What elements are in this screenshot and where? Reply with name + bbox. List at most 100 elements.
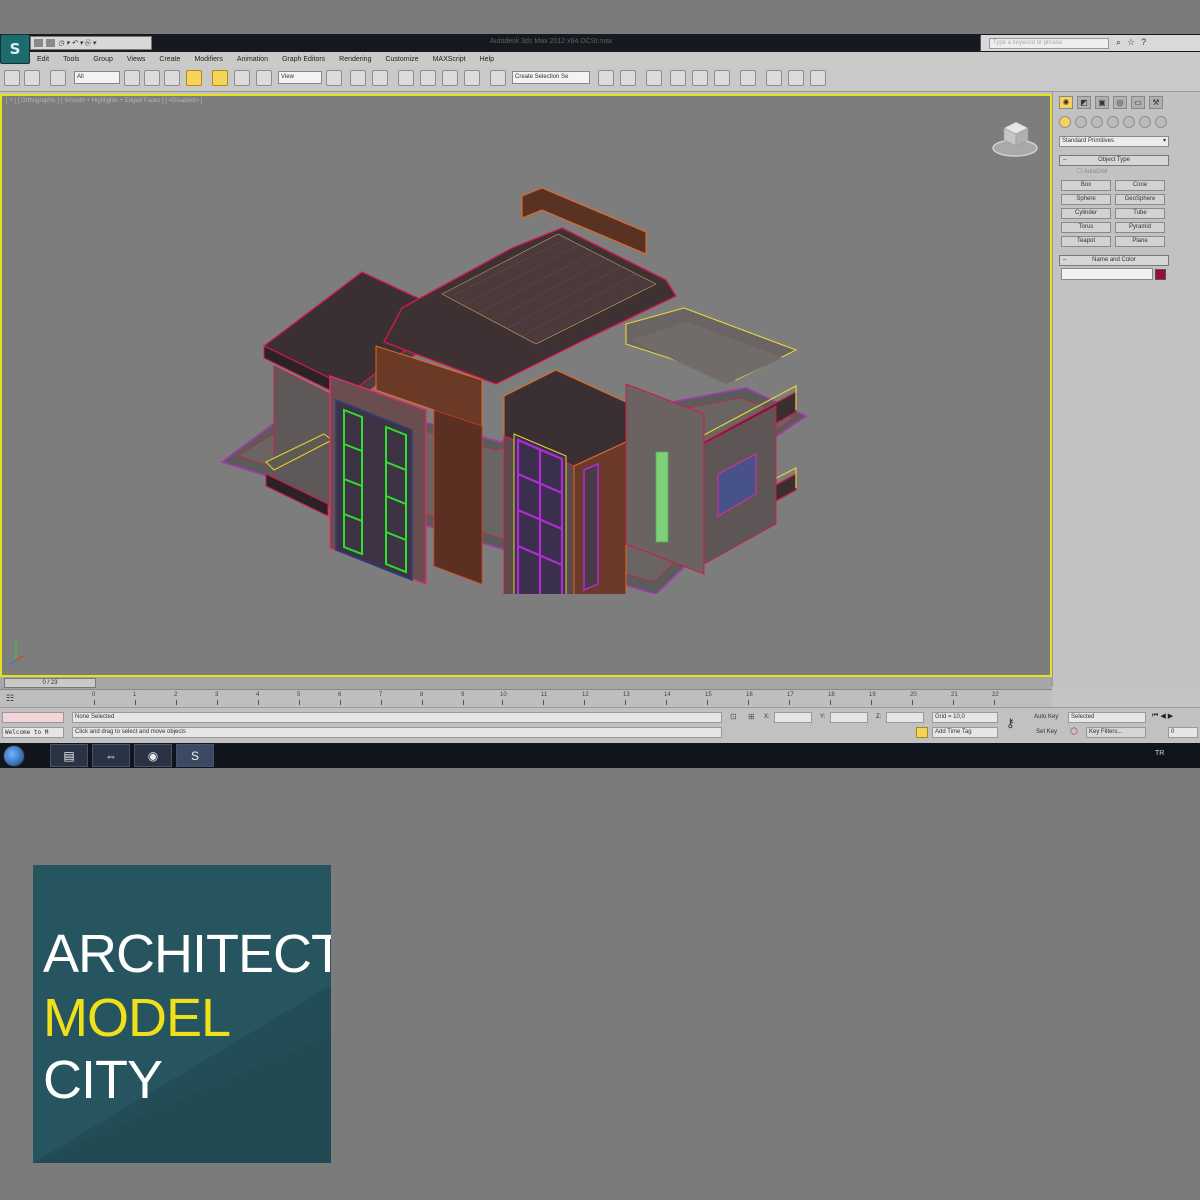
layer-manager-icon[interactable]: [646, 70, 662, 86]
search-input[interactable]: Type a keyword or phrase: [989, 38, 1109, 49]
keyboard-shortcut-icon[interactable]: [372, 70, 388, 86]
select-and-scale-icon[interactable]: [256, 70, 272, 86]
named-selection-dropdown[interactable]: Create Selection Se: [512, 71, 590, 84]
teapot-button[interactable]: Teapot: [1061, 236, 1111, 247]
autogrid-checkbox[interactable]: AutoGrid: [1077, 168, 1108, 175]
space-warps-icon[interactable]: [1139, 116, 1151, 128]
teamviewer-icon[interactable]: ⇔: [92, 744, 130, 767]
key-filters-button[interactable]: Key Filters...: [1086, 727, 1146, 738]
hierarchy-tab-icon[interactable]: ▣: [1095, 96, 1109, 109]
curve-editor-icon[interactable]: [692, 70, 708, 86]
maxscript-listener-input[interactable]: Welcome to M: [2, 727, 64, 738]
current-frame-field[interactable]: 0: [1168, 727, 1198, 738]
render-production-icon[interactable]: [810, 70, 826, 86]
help-icon[interactable]: ?: [1141, 37, 1146, 48]
utilities-tab-icon[interactable]: ⚒: [1149, 96, 1163, 109]
angle-snap-icon[interactable]: [420, 70, 436, 86]
reference-coordinate-dropdown[interactable]: View: [278, 71, 322, 84]
lights-icon[interactable]: [1091, 116, 1103, 128]
star-icon[interactable]: ☆: [1127, 37, 1135, 48]
play-icon[interactable]: ▶: [1168, 712, 1173, 720]
search-icon[interactable]: ⌕: [1116, 37, 1121, 48]
manipulate-icon[interactable]: [350, 70, 366, 86]
add-time-tag-button[interactable]: Add Time Tag: [932, 727, 998, 738]
name-and-color-rollout[interactable]: Name and Color: [1059, 255, 1169, 266]
lock-selection-icon[interactable]: ⊡: [730, 712, 737, 721]
folder-icon[interactable]: ▤: [50, 744, 88, 767]
pivot-center-icon[interactable]: [326, 70, 342, 86]
percent-snap-icon[interactable]: [442, 70, 458, 86]
menu-views[interactable]: Views: [120, 56, 153, 63]
schematic-view-icon[interactable]: [714, 70, 730, 86]
quick-access-toolbar[interactable]: ◷ ▾ ↶ ▾ ⎘ ▾: [30, 36, 152, 50]
menu-tools[interactable]: Tools: [56, 56, 86, 63]
select-by-name-icon[interactable]: [144, 70, 160, 86]
quick-access-undo-redo[interactable]: ◷ ▾ ↶ ▾ ⎘ ▾: [58, 39, 96, 48]
absolute-mode-icon[interactable]: ⊞: [748, 712, 755, 721]
systems-icon[interactable]: [1155, 116, 1167, 128]
menu-modifiers[interactable]: Modifiers: [187, 56, 229, 63]
helpers-icon[interactable]: [1123, 116, 1135, 128]
menu-animation[interactable]: Animation: [230, 56, 275, 63]
3dsmax-icon[interactable]: S: [176, 744, 214, 767]
maxscript-listener-upper[interactable]: [2, 712, 64, 723]
menu-maxscript[interactable]: MAXScript: [426, 56, 473, 63]
plane-button[interactable]: Plane: [1115, 236, 1165, 247]
material-editor-icon[interactable]: [740, 70, 756, 86]
viewcube-icon[interactable]: [990, 114, 1040, 158]
previous-frame-icon[interactable]: ◀: [1160, 712, 1165, 720]
selection-filter-dropdown[interactable]: All: [74, 71, 120, 84]
go-to-start-icon[interactable]: ⏮: [1152, 712, 1158, 720]
rectangular-selection-icon[interactable]: [164, 70, 180, 86]
open-file-icon[interactable]: [46, 39, 55, 47]
create-tab-icon[interactable]: ✺: [1059, 96, 1073, 109]
align-icon[interactable]: [620, 70, 636, 86]
render-setup-icon[interactable]: [766, 70, 782, 86]
object-type-rollout[interactable]: Object Type: [1059, 155, 1169, 166]
auto-key-button[interactable]: Auto Key: [1034, 714, 1058, 720]
tube-button[interactable]: Tube: [1115, 208, 1165, 219]
rendered-frame-window-icon[interactable]: [788, 70, 804, 86]
cylinder-button[interactable]: Cylinder: [1061, 208, 1111, 219]
geometry-icon[interactable]: [1059, 116, 1071, 128]
primitive-type-dropdown[interactable]: Standard Primitives: [1059, 136, 1169, 147]
select-and-move-icon[interactable]: [212, 70, 228, 86]
motion-tab-icon[interactable]: ◎: [1113, 96, 1127, 109]
pyramid-button[interactable]: Pyramid: [1115, 222, 1165, 233]
key-mode-dropdown[interactable]: Selected: [1068, 712, 1146, 723]
box-button[interactable]: Box: [1061, 180, 1111, 191]
shapes-icon[interactable]: [1075, 116, 1087, 128]
architectural-house-model[interactable]: [216, 144, 816, 594]
menu-rendering[interactable]: Rendering: [332, 56, 378, 63]
link-icon[interactable]: [50, 70, 66, 86]
z-coordinate-field[interactable]: [886, 712, 924, 723]
time-tag-icon[interactable]: [916, 727, 928, 738]
window-crossing-icon[interactable]: [186, 70, 202, 86]
cone-button[interactable]: Cone: [1115, 180, 1165, 191]
track-bar[interactable]: ☷ 0 1 2 3 4 5 6 7 8 9 10 11 12 13 14 15 …: [0, 689, 1052, 707]
sphere-button[interactable]: Sphere: [1061, 194, 1111, 205]
viewport-label[interactable]: [ + ] [ Orthographic ] [ Smooth + Highli…: [6, 98, 202, 104]
perspective-viewport[interactable]: [ + ] [ Orthographic ] [ Smooth + Highli…: [0, 94, 1052, 677]
set-key-button[interactable]: Set Key: [1036, 729, 1057, 735]
menu-graph-editors[interactable]: Graph Editors: [275, 56, 332, 63]
x-coordinate-field[interactable]: [774, 712, 812, 723]
start-button-icon[interactable]: [3, 745, 25, 767]
y-coordinate-field[interactable]: [830, 712, 868, 723]
select-object-icon[interactable]: [124, 70, 140, 86]
snaps-toggle-icon[interactable]: [398, 70, 414, 86]
menu-edit[interactable]: Edit: [30, 56, 56, 63]
object-name-field[interactable]: [1061, 268, 1153, 280]
keyboard-language-indicator[interactable]: TR: [1155, 750, 1164, 757]
graphite-tools-icon[interactable]: [670, 70, 686, 86]
menu-help[interactable]: Help: [473, 56, 501, 63]
track-bar-menu-icon[interactable]: ☷: [6, 693, 14, 704]
menu-group[interactable]: Group: [86, 56, 119, 63]
menu-customize[interactable]: Customize: [378, 56, 425, 63]
display-tab-icon[interactable]: ▭: [1131, 96, 1145, 109]
mirror-icon[interactable]: [598, 70, 614, 86]
set-keys-icon[interactable]: ⬡: [1070, 726, 1078, 737]
spinner-snap-icon[interactable]: [464, 70, 480, 86]
app-logo-icon[interactable]: S: [0, 34, 30, 64]
cameras-icon[interactable]: [1107, 116, 1119, 128]
